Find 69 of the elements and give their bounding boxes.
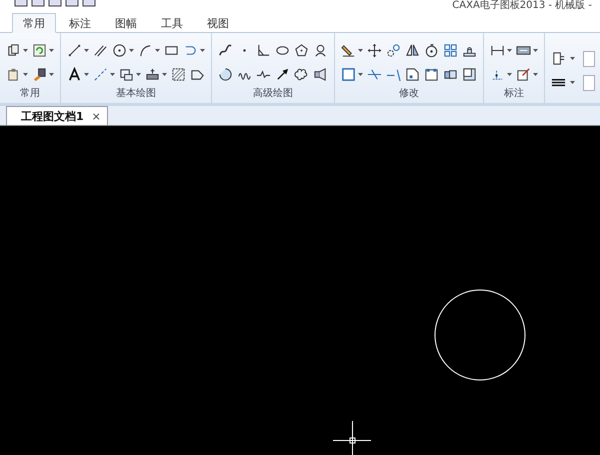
caret-icon[interactable] bbox=[570, 81, 575, 84]
field-edge[interactable] bbox=[583, 74, 595, 91]
caret-icon[interactable] bbox=[507, 48, 512, 52]
brush-icon[interactable] bbox=[32, 66, 47, 82]
group-label: 基本绘图 bbox=[115, 86, 157, 101]
document-icon[interactable] bbox=[551, 51, 566, 66]
person-icon[interactable] bbox=[313, 42, 328, 58]
scale-icon[interactable] bbox=[386, 42, 401, 58]
caret-icon[interactable] bbox=[533, 72, 538, 76]
group-label: 高级绘图 bbox=[252, 86, 294, 101]
block-icon[interactable] bbox=[119, 66, 134, 82]
square-icon[interactable] bbox=[341, 66, 356, 82]
cloud-icon[interactable] bbox=[294, 66, 309, 82]
caret-icon[interactable] bbox=[110, 72, 115, 76]
spline-icon[interactable] bbox=[218, 42, 233, 58]
caret-icon[interactable] bbox=[533, 48, 538, 52]
caret-icon[interactable] bbox=[155, 48, 160, 52]
arrow-icon[interactable] bbox=[275, 66, 290, 82]
close-button[interactable]: × bbox=[90, 110, 103, 122]
pencil-icon[interactable] bbox=[341, 42, 356, 58]
field-edge[interactable] bbox=[583, 50, 595, 67]
window-title: CAXA电子图板2013 - 机械版 - bbox=[452, 0, 592, 12]
caret-icon[interactable] bbox=[129, 48, 134, 52]
group-label: 标注 bbox=[503, 86, 525, 101]
grid-icon[interactable] bbox=[443, 42, 458, 58]
dashed-line-icon[interactable] bbox=[93, 66, 108, 82]
caret-icon[interactable] bbox=[23, 72, 28, 76]
speaker-icon[interactable] bbox=[313, 66, 328, 82]
caret-icon[interactable] bbox=[84, 72, 89, 76]
page-icon[interactable] bbox=[405, 66, 420, 82]
hatch-icon[interactable] bbox=[171, 66, 186, 82]
caret-icon[interactable] bbox=[49, 72, 54, 76]
box-icon[interactable] bbox=[424, 66, 439, 82]
document-tab-label: 工程图文档1 bbox=[21, 108, 84, 124]
ribbon-tab[interactable]: 常用 bbox=[12, 13, 56, 34]
caret-icon[interactable] bbox=[507, 72, 512, 76]
extend-icon[interactable] bbox=[386, 66, 401, 82]
text-icon[interactable] bbox=[67, 66, 82, 82]
caret-icon[interactable] bbox=[358, 48, 363, 52]
caret-icon[interactable] bbox=[162, 72, 167, 76]
document-tab[interactable]: 工程图文档1 × bbox=[6, 106, 108, 125]
table-insert-icon[interactable] bbox=[145, 66, 160, 82]
arc-icon[interactable] bbox=[138, 42, 153, 58]
group-label: 常用 bbox=[19, 86, 41, 101]
caret-icon[interactable] bbox=[570, 57, 575, 60]
circle-icon[interactable] bbox=[112, 42, 127, 58]
edit-icon[interactable] bbox=[516, 66, 531, 82]
ribbon-tab[interactable]: 视图 bbox=[196, 13, 240, 34]
copy-icon[interactable] bbox=[6, 42, 21, 58]
refresh-icon[interactable] bbox=[32, 42, 47, 58]
caret-icon[interactable] bbox=[200, 48, 205, 52]
pentagon-icon[interactable] bbox=[294, 42, 309, 58]
line-icon[interactable] bbox=[67, 42, 82, 58]
mirror-icon[interactable] bbox=[405, 42, 420, 58]
group-label: 修改 bbox=[398, 86, 420, 101]
ribbon-tab[interactable]: 标注 bbox=[58, 13, 102, 34]
angle-icon[interactable] bbox=[256, 42, 271, 58]
rotate-icon[interactable] bbox=[424, 42, 439, 58]
caret-icon[interactable] bbox=[84, 48, 89, 52]
caret-icon[interactable] bbox=[49, 48, 54, 52]
caret-icon[interactable] bbox=[23, 48, 28, 52]
caret-icon[interactable] bbox=[358, 72, 363, 76]
move-icon[interactable] bbox=[367, 42, 382, 58]
ribbon-tab[interactable]: 工具 bbox=[150, 13, 194, 34]
ribbon-tab[interactable]: 图幅 bbox=[104, 13, 148, 34]
caret-icon[interactable] bbox=[136, 72, 141, 76]
frame-icon[interactable] bbox=[462, 66, 477, 82]
parallel-lines-icon[interactable] bbox=[93, 42, 108, 58]
crosshair-cursor-icon bbox=[332, 420, 372, 455]
